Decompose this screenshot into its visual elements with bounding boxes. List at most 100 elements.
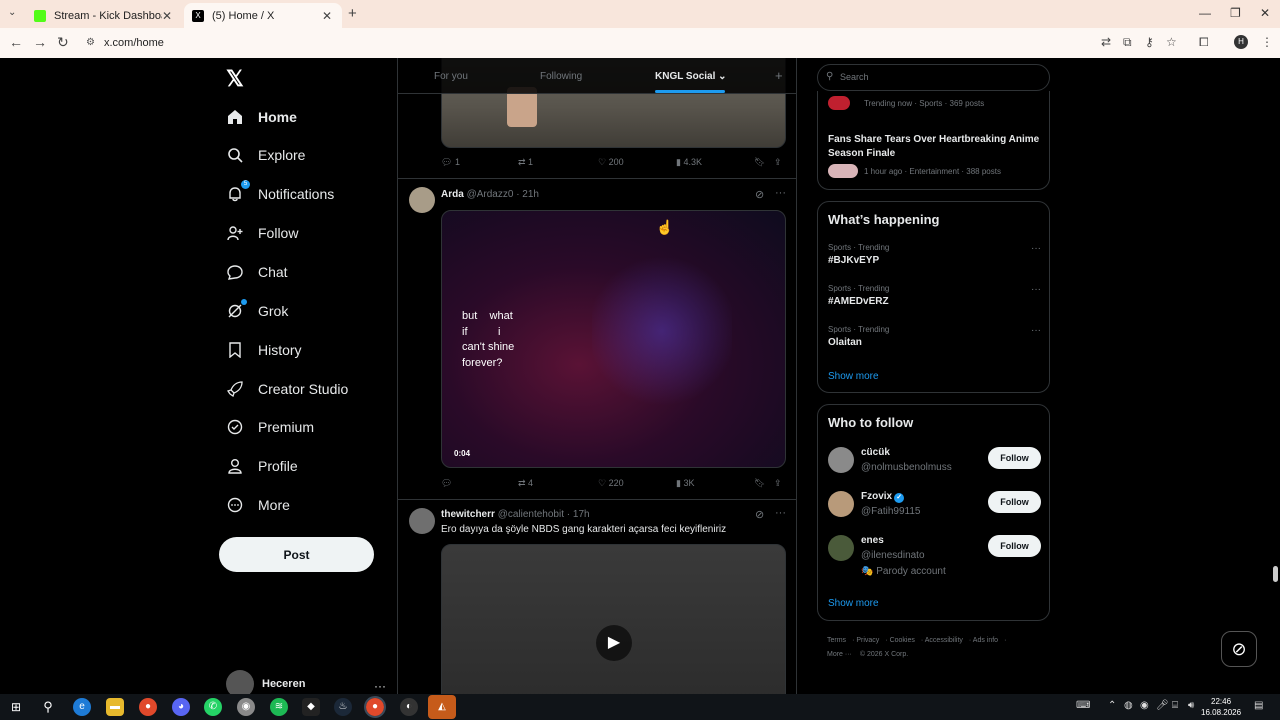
footer-link[interactable]: More ···: [827, 651, 852, 658]
follow-button[interactable]: Follow: [988, 535, 1041, 557]
discord-icon[interactable]: ◕: [172, 698, 190, 716]
obs-icon[interactable]: ◉: [237, 698, 255, 716]
nav-follow[interactable]: Follow: [226, 220, 298, 246]
search-input[interactable]: ⚲ Search: [817, 64, 1050, 91]
like-icon[interactable]: ♡ 200: [598, 157, 624, 168]
bookmark-star-icon[interactable]: ☆: [1166, 35, 1177, 49]
suggested-user[interactable]: Fzovix ✓ @Fatih99115 Follow: [828, 491, 1043, 531]
post-video[interactable]: but what if i can't shine forever? 0:04: [441, 210, 786, 468]
close-tab-icon[interactable]: ✕: [322, 9, 332, 23]
post-more-icon[interactable]: ···: [775, 507, 786, 519]
nav-premium[interactable]: Premium: [226, 414, 314, 440]
nav-creator-studio[interactable]: Creator Studio: [226, 376, 348, 402]
post-more-icon[interactable]: ···: [775, 187, 786, 199]
share-icon[interactable]: ⇪: [774, 478, 782, 489]
trend-title[interactable]: Fans Share Tears Over Heartbreaking Anim…: [828, 133, 1043, 161]
tray-icon[interactable]: ◉: [1140, 700, 1149, 711]
steam-icon[interactable]: ♨: [334, 698, 352, 716]
microphone-icon[interactable]: 🎤︎: [1156, 700, 1169, 711]
notification-center-icon[interactable]: ▤: [1254, 700, 1263, 711]
forward-icon[interactable]: →: [33, 34, 47, 50]
account-switcher[interactable]: Heceren ···: [226, 670, 386, 698]
reload-icon[interactable]: ↻: [57, 34, 69, 51]
author-handle[interactable]: @calientehobit: [498, 509, 564, 520]
close-tab-icon[interactable]: ✕: [162, 9, 172, 23]
nav-more[interactable]: More: [226, 492, 290, 518]
windows-start-icon[interactable]: ⊞: [7, 698, 25, 716]
post-time[interactable]: · 21h: [516, 189, 539, 200]
add-tab-icon[interactable]: +: [775, 68, 783, 83]
url-field[interactable]: ⚙ x.com/home: [82, 32, 1092, 54]
trend-item[interactable]: Sports · Trending #AMEDvERZ ···: [828, 284, 1043, 307]
browser-profile-avatar[interactable]: H: [1234, 35, 1248, 49]
like-icon[interactable]: ♡ 220: [598, 478, 624, 489]
post-button[interactable]: Post: [219, 537, 374, 572]
grok-fab-icon[interactable]: ⊘: [1221, 631, 1257, 667]
keyboard-icon[interactable]: ⌨: [1076, 700, 1090, 711]
suggested-user[interactable]: enes @ilenesdinato 🎭 Parody account Foll…: [828, 535, 1043, 581]
avatar[interactable]: [409, 187, 435, 213]
author-name[interactable]: thewitcherr: [441, 509, 495, 520]
new-tab-icon[interactable]: +: [348, 5, 357, 22]
footer-link[interactable]: Terms: [827, 637, 846, 644]
site-info-icon[interactable]: ⚙: [86, 37, 95, 48]
tab-search-icon[interactable]: ⌄: [8, 7, 16, 18]
password-key-icon[interactable]: ⚷: [1145, 35, 1154, 49]
extensions-icon[interactable]: ⧠: [1199, 35, 1209, 50]
app-active-icon[interactable]: ◭: [428, 695, 456, 719]
chrome-icon[interactable]: ●: [139, 698, 157, 716]
trend-item[interactable]: Trending now · Sports · 369 posts: [828, 96, 984, 110]
follow-button[interactable]: Follow: [988, 447, 1041, 469]
trend-item[interactable]: Sports · Trending #BJKvEYP ···: [828, 243, 1043, 266]
author-name[interactable]: Arda: [441, 189, 464, 200]
trend-item[interactable]: 1 hour ago · Entertainment · 388 posts: [828, 164, 1001, 178]
browser-menu-icon[interactable]: ⋮: [1261, 35, 1273, 49]
grok-icon[interactable]: ⊘: [755, 508, 764, 521]
bookmark-icon[interactable]: 🔖︎: [754, 157, 765, 168]
nav-home[interactable]: Home: [226, 104, 297, 130]
tab-following[interactable]: Following: [540, 71, 582, 82]
close-window-icon[interactable]: ✕: [1260, 6, 1270, 20]
avatar[interactable]: [409, 508, 435, 534]
minimize-icon[interactable]: —: [1199, 6, 1211, 20]
tray-icon[interactable]: ◍: [1124, 700, 1133, 711]
views-icon[interactable]: ▮ 3K: [676, 478, 694, 489]
chrome-active-icon[interactable]: ●: [364, 696, 386, 718]
nav-chat[interactable]: Chat: [226, 259, 288, 285]
share-icon[interactable]: ⇪: [774, 157, 782, 168]
footer-link[interactable]: Accessibility: [925, 637, 963, 644]
trend-more-icon[interactable]: ···: [1031, 284, 1041, 295]
file-explorer-icon[interactable]: ▬: [106, 698, 124, 716]
grok-icon[interactable]: ⊘: [755, 188, 764, 201]
tray-expand-icon[interactable]: ⌃: [1108, 700, 1116, 711]
repost-icon[interactable]: ⇄ 1: [518, 157, 533, 168]
app-icon[interactable]: ◐: [400, 698, 418, 716]
author-handle[interactable]: @Ardazz0: [467, 189, 514, 200]
back-icon[interactable]: ←: [9, 34, 23, 50]
nav-profile[interactable]: Profile: [226, 453, 298, 479]
search-icon[interactable]: ⚲: [39, 698, 57, 716]
browser-tab-x[interactable]: X (5) Home / X ✕: [184, 3, 342, 28]
reply-icon[interactable]: 💬︎: [441, 478, 452, 489]
epic-games-icon[interactable]: ◆: [302, 698, 320, 716]
show-more-link[interactable]: Show more: [828, 371, 879, 382]
network-icon[interactable]: ⌸: [1172, 700, 1178, 711]
nav-grok[interactable]: Grok: [226, 298, 288, 324]
trend-item[interactable]: Sports · Trending Olaitan ···: [828, 325, 1043, 348]
restore-icon[interactable]: ❐: [1230, 6, 1241, 20]
trend-more-icon[interactable]: ···: [1031, 325, 1041, 336]
footer-link[interactable]: Cookies: [890, 637, 915, 644]
trend-more-icon[interactable]: ···: [1031, 243, 1041, 254]
post-time[interactable]: · 17h: [567, 509, 590, 520]
scrollbar[interactable]: [1271, 58, 1280, 694]
tab-kngl-social[interactable]: KNGL Social ⌄: [655, 71, 727, 82]
x-logo-icon[interactable]: 𝕏: [226, 66, 244, 92]
browser-tab-kick[interactable]: Stream - Kick Dashboard ✕: [26, 3, 182, 28]
post-video[interactable]: ▶: [441, 544, 786, 694]
scrollbar-thumb[interactable]: [1273, 566, 1278, 582]
play-icon[interactable]: ▶: [596, 625, 632, 661]
system-clock[interactable]: 22:46 16.08.2026: [1201, 696, 1241, 718]
follow-button[interactable]: Follow: [988, 491, 1041, 513]
bookmark-icon[interactable]: 🔖︎: [754, 478, 765, 489]
translate-icon[interactable]: ⇄: [1101, 35, 1111, 49]
